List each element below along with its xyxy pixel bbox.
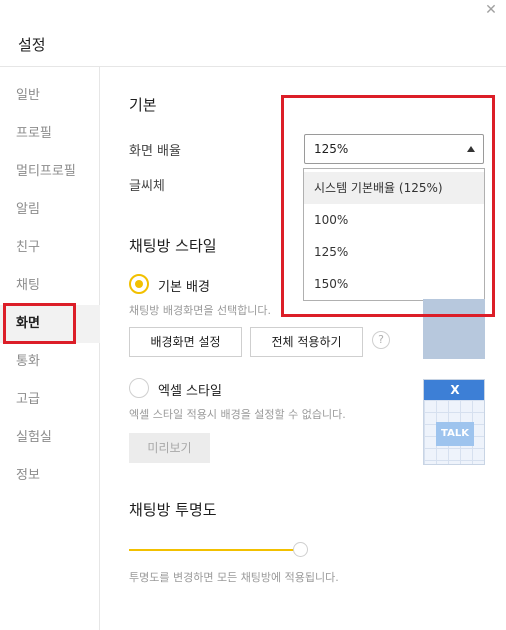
set-background-button[interactable]: 배경화면 설정: [129, 327, 242, 357]
sidebar-item-info[interactable]: 정보: [0, 457, 100, 495]
highlight-box-sidebar: [3, 303, 76, 344]
sidebar-item-friends[interactable]: 친구: [0, 229, 100, 267]
settings-sidebar: 일반 프로필 멀티프로필 알림 친구 채팅 화면 통화 고급 실험실 정보: [0, 67, 100, 630]
section-title-transparency: 채팅방 투명도: [129, 501, 217, 519]
close-icon[interactable]: ✕: [484, 3, 498, 17]
preview-button[interactable]: 미리보기: [129, 433, 210, 463]
apply-all-button[interactable]: 전체 적용하기: [250, 327, 363, 357]
display-settings-panel: 기본 화면 배율 125% 글씨체 시스템 기본배율 (125%) 100% 1…: [101, 67, 506, 630]
radio-selected-dot: [135, 280, 143, 288]
highlight-box-dropdown: [281, 95, 495, 317]
excel-x-icon: X: [424, 380, 484, 400]
zoom-label: 화면 배율: [129, 144, 181, 159]
excel-style-radio[interactable]: [129, 378, 149, 398]
excel-style-hint: 엑셀 스타일 적용시 배경을 설정할 수 없습니다.: [129, 408, 346, 421]
excel-style-label: 엑셀 스타일: [158, 384, 222, 399]
window-title: 설정: [18, 36, 46, 54]
help-icon[interactable]: ?: [372, 331, 390, 349]
section-title-basic: 기본: [129, 96, 157, 114]
sidebar-item-calls[interactable]: 통화: [0, 343, 100, 381]
sidebar-item-notifications[interactable]: 알림: [0, 191, 100, 229]
sidebar-item-labs[interactable]: 실험실: [0, 419, 100, 457]
sidebar-item-general[interactable]: 일반: [0, 77, 100, 115]
default-background-hint: 채팅방 배경화면을 선택합니다.: [129, 304, 272, 317]
transparency-slider-thumb[interactable]: [293, 542, 308, 557]
default-background-radio[interactable]: [129, 274, 149, 294]
sidebar-item-multiprofile[interactable]: 멀티프로필: [0, 153, 100, 191]
transparency-slider-track[interactable]: [129, 549, 301, 551]
section-title-chat-style: 채팅방 스타일: [129, 237, 217, 255]
default-background-label: 기본 배경: [158, 280, 210, 295]
excel-style-preview: X TALK: [423, 379, 485, 465]
sidebar-item-advanced[interactable]: 고급: [0, 381, 100, 419]
transparency-hint: 투명도를 변경하면 모든 채팅방에 적용됩니다.: [129, 571, 339, 584]
talk-bubble-icon: TALK: [436, 422, 474, 446]
sidebar-item-profile[interactable]: 프로필: [0, 115, 100, 153]
sidebar-item-chats[interactable]: 채팅: [0, 267, 100, 305]
font-label: 글씨체: [129, 179, 165, 194]
